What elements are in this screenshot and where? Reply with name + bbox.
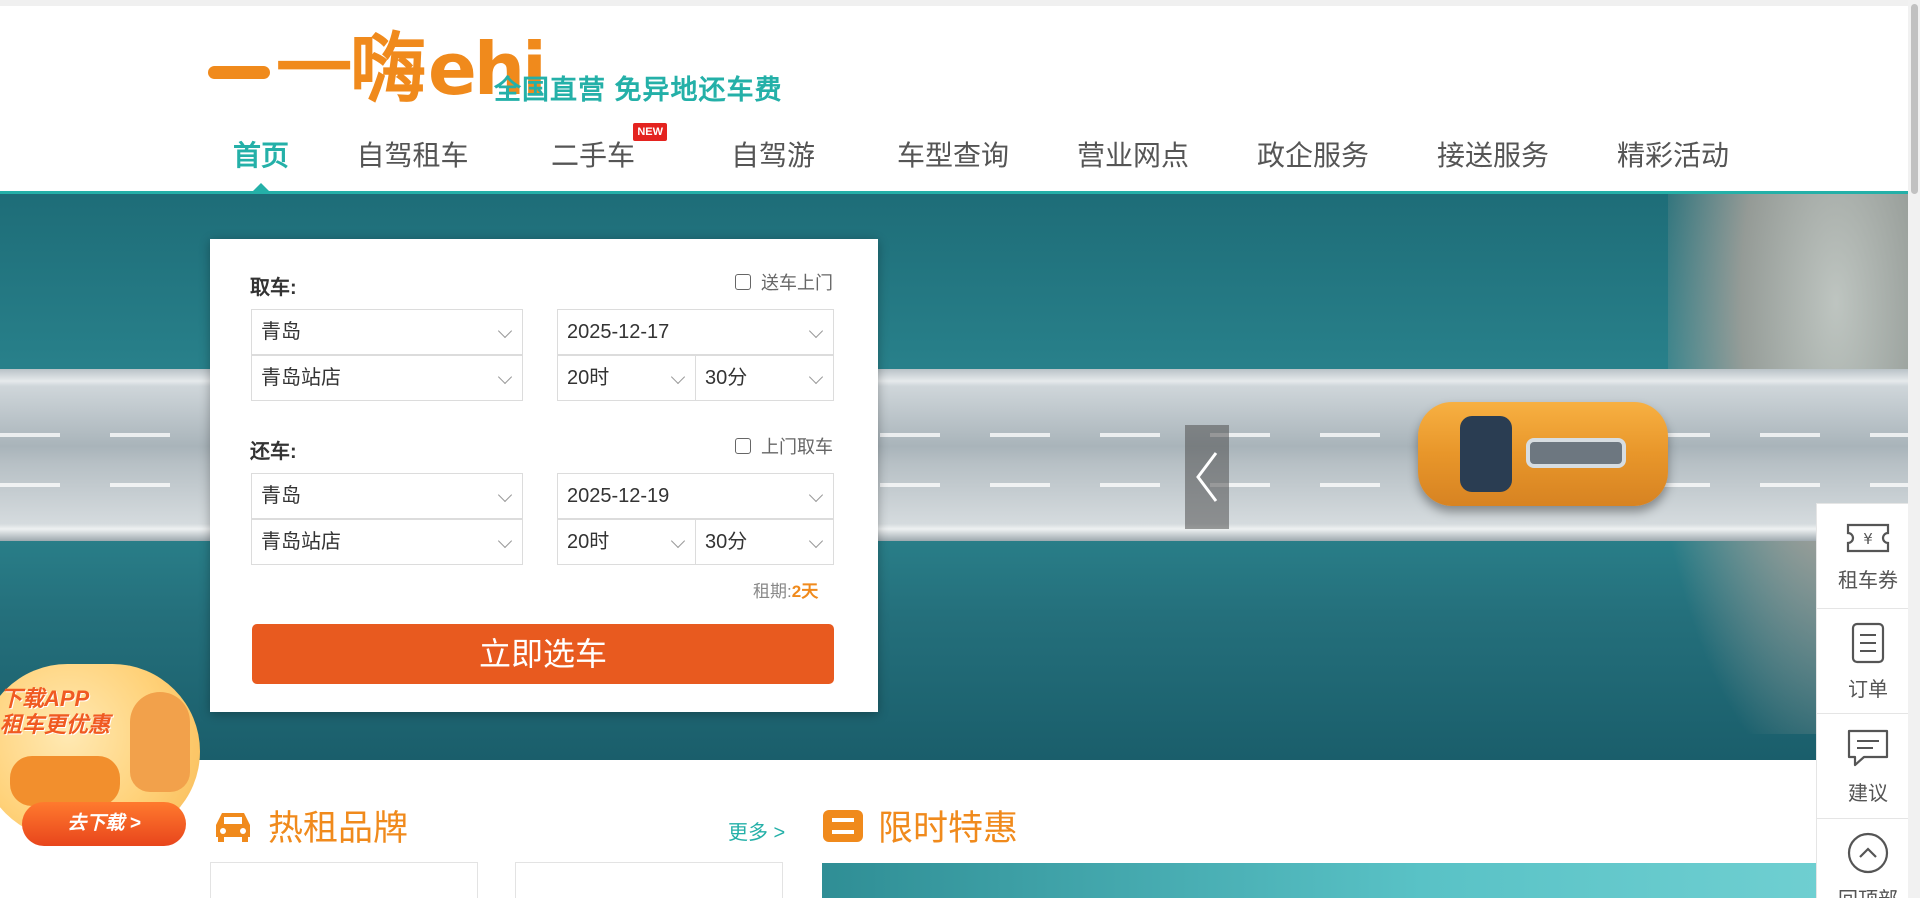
bunny-mascot [130,692,190,792]
deal-banner-image[interactable] [822,863,1822,898]
top-strip [0,0,1920,6]
return-hour-select[interactable]: 20时 [557,519,696,565]
sidebar-item-orders[interactable]: 订单 [1817,609,1919,714]
scrollbar-thumb[interactable] [1911,4,1918,194]
nav-used-cars[interactable]: 二手车 NEW [503,123,683,192]
chevron-down-icon [497,487,513,503]
logo-chinese: 一嗨 [276,24,426,113]
chevron-left-icon [1196,452,1218,502]
nav-self-drive-rental[interactable]: 自驾租车 [322,136,503,192]
main-nav: 首页 自驾租车 二手车 NEW 自驾游 车型查询 营业网点 政企服务 接送服务 … [200,123,1763,192]
return-minute-select[interactable]: 30分 [695,519,834,565]
deals-icon [823,809,863,842]
app-download-promo[interactable]: 下载APP 租车更优惠 去下载 > [0,664,205,854]
nav-car-models[interactable]: 车型查询 [863,136,1043,192]
banner-prev-button[interactable] [1185,425,1229,529]
return-city-select[interactable]: 青岛 [251,473,523,519]
hot-brands-title: 热租品牌 [212,800,408,851]
feedback-icon [1847,729,1889,766]
slogan: 全国直营 免异地还车费 [494,75,783,105]
pickup-store-select[interactable]: 青岛站店 [251,355,523,401]
brand-card[interactable] [515,862,783,898]
return-date-select[interactable]: 2025-12-19 [557,473,834,519]
chevron-down-icon [808,323,824,339]
nav-road-trip[interactable]: 自驾游 [683,136,863,192]
nav-enterprise[interactable]: 政企服务 [1223,136,1403,192]
promo-car-illustration [10,756,120,806]
rental-period: 租期:2天 [753,582,819,601]
sidebar-item-back-to-top[interactable]: 回顶部 [1817,819,1919,898]
more-brands-link[interactable]: 更多 > [728,816,785,845]
chevron-down-icon [808,533,824,549]
new-badge: NEW [633,123,667,141]
nav-home[interactable]: 首页 [200,136,322,192]
chevron-down-icon [497,323,513,339]
door-pickup-checkbox[interactable]: 上门取车 [735,433,833,459]
page-scrollbar[interactable] [1908,0,1920,898]
select-car-button[interactable]: 立即选车 [252,624,834,684]
chevron-down-icon [808,487,824,503]
pickup-date-select[interactable]: 2025-12-17 [557,309,834,355]
rental-days-value: 2天 [791,582,819,601]
side-toolbar: ¥ 租车券 订单 建议 回顶部 [1816,503,1920,898]
download-button[interactable]: 去下载 > [22,802,186,846]
door-delivery-checkbox[interactable]: 送车上门 [735,269,833,295]
banner-car [1418,402,1668,506]
chevron-down-icon [497,533,513,549]
booking-form: 取车: 送车上门 青岛 青岛站店 2025-12-17 20时 30分 还车: … [210,239,878,712]
deals-title: 限时特惠 [822,800,1018,851]
pickup-label: 取车: [250,277,297,299]
pickup-hour-select[interactable]: 20时 [557,355,696,401]
car-icon [216,812,250,842]
chevron-down-icon [670,369,686,385]
nav-transfer[interactable]: 接送服务 [1403,136,1583,192]
back-to-top-icon [1847,832,1889,873]
nav-branches[interactable]: 营业网点 [1043,136,1223,192]
coupon-icon: ¥ [1846,523,1890,552]
order-icon [1851,622,1885,663]
chevron-down-icon [497,369,513,385]
promo-text: 下载APP 租车更优惠 [0,686,111,737]
return-store-select[interactable]: 青岛站店 [251,519,523,565]
sidebar-item-feedback[interactable]: 建议 [1817,714,1919,819]
pickup-minute-select[interactable]: 30分 [695,355,834,401]
sidebar-item-coupons[interactable]: ¥ 租车券 [1817,504,1919,609]
nav-activities[interactable]: 精彩活动 [1583,136,1763,192]
pickup-city-select[interactable]: 青岛 [251,309,523,355]
chevron-down-icon [808,369,824,385]
svg-text:¥: ¥ [1863,530,1873,548]
return-label: 还车: [250,441,297,463]
chevron-down-icon [670,533,686,549]
brand-card[interactable] [210,862,478,898]
